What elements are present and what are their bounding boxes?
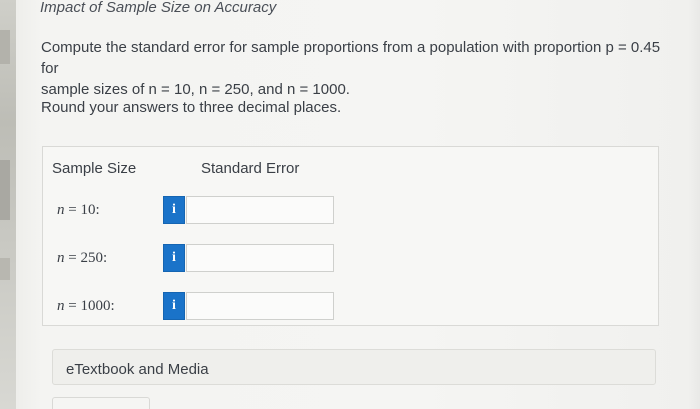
variable-n: n xyxy=(57,250,65,266)
row-label-text: = 10: xyxy=(64,202,100,218)
prompt-line-1: Compute the standard error for sample pr… xyxy=(41,39,661,77)
standard-error-input-n10[interactable] xyxy=(186,196,334,224)
prompt-line-2: sample sizes of n = 10, n = 250, and n =… xyxy=(41,81,350,98)
row-label-text: = 1000: xyxy=(64,298,115,314)
row-label-text: = 250: xyxy=(64,250,108,266)
column-header-sample-size: Sample Size xyxy=(52,160,137,177)
etextbook-media-link[interactable]: eTextbook and Media xyxy=(52,349,656,385)
row-label-n1000: n = 1000: xyxy=(57,298,115,315)
partial-button[interactable] xyxy=(52,397,150,409)
info-icon: i xyxy=(172,250,176,265)
window-edge xyxy=(0,0,16,409)
variable-n: n xyxy=(57,202,65,218)
page: Impact of Sample Size on Accuracy Comput… xyxy=(0,0,700,409)
standard-error-input-n1000[interactable] xyxy=(186,292,334,320)
standard-error-input-n250[interactable] xyxy=(186,244,334,272)
row-label-n250: n = 250: xyxy=(57,250,107,267)
info-button[interactable]: i xyxy=(163,292,185,320)
question-prompt: Compute the standard error for sample pr… xyxy=(41,37,671,100)
info-icon: i xyxy=(172,202,176,217)
rounding-instruction: Round your answers to three decimal plac… xyxy=(41,99,342,116)
question-title: Impact of Sample Size on Accuracy xyxy=(40,0,277,16)
variable-n: n xyxy=(57,298,65,314)
edge-notch xyxy=(0,160,10,220)
window-edge-right xyxy=(688,0,700,409)
info-button[interactable]: i xyxy=(163,244,185,272)
info-button[interactable]: i xyxy=(163,196,185,224)
edge-notch xyxy=(0,30,10,64)
edge-notch xyxy=(0,258,10,280)
row-label-n10: n = 10: xyxy=(57,202,100,219)
column-header-standard-error: Standard Error xyxy=(201,160,300,177)
info-icon: i xyxy=(172,298,176,313)
